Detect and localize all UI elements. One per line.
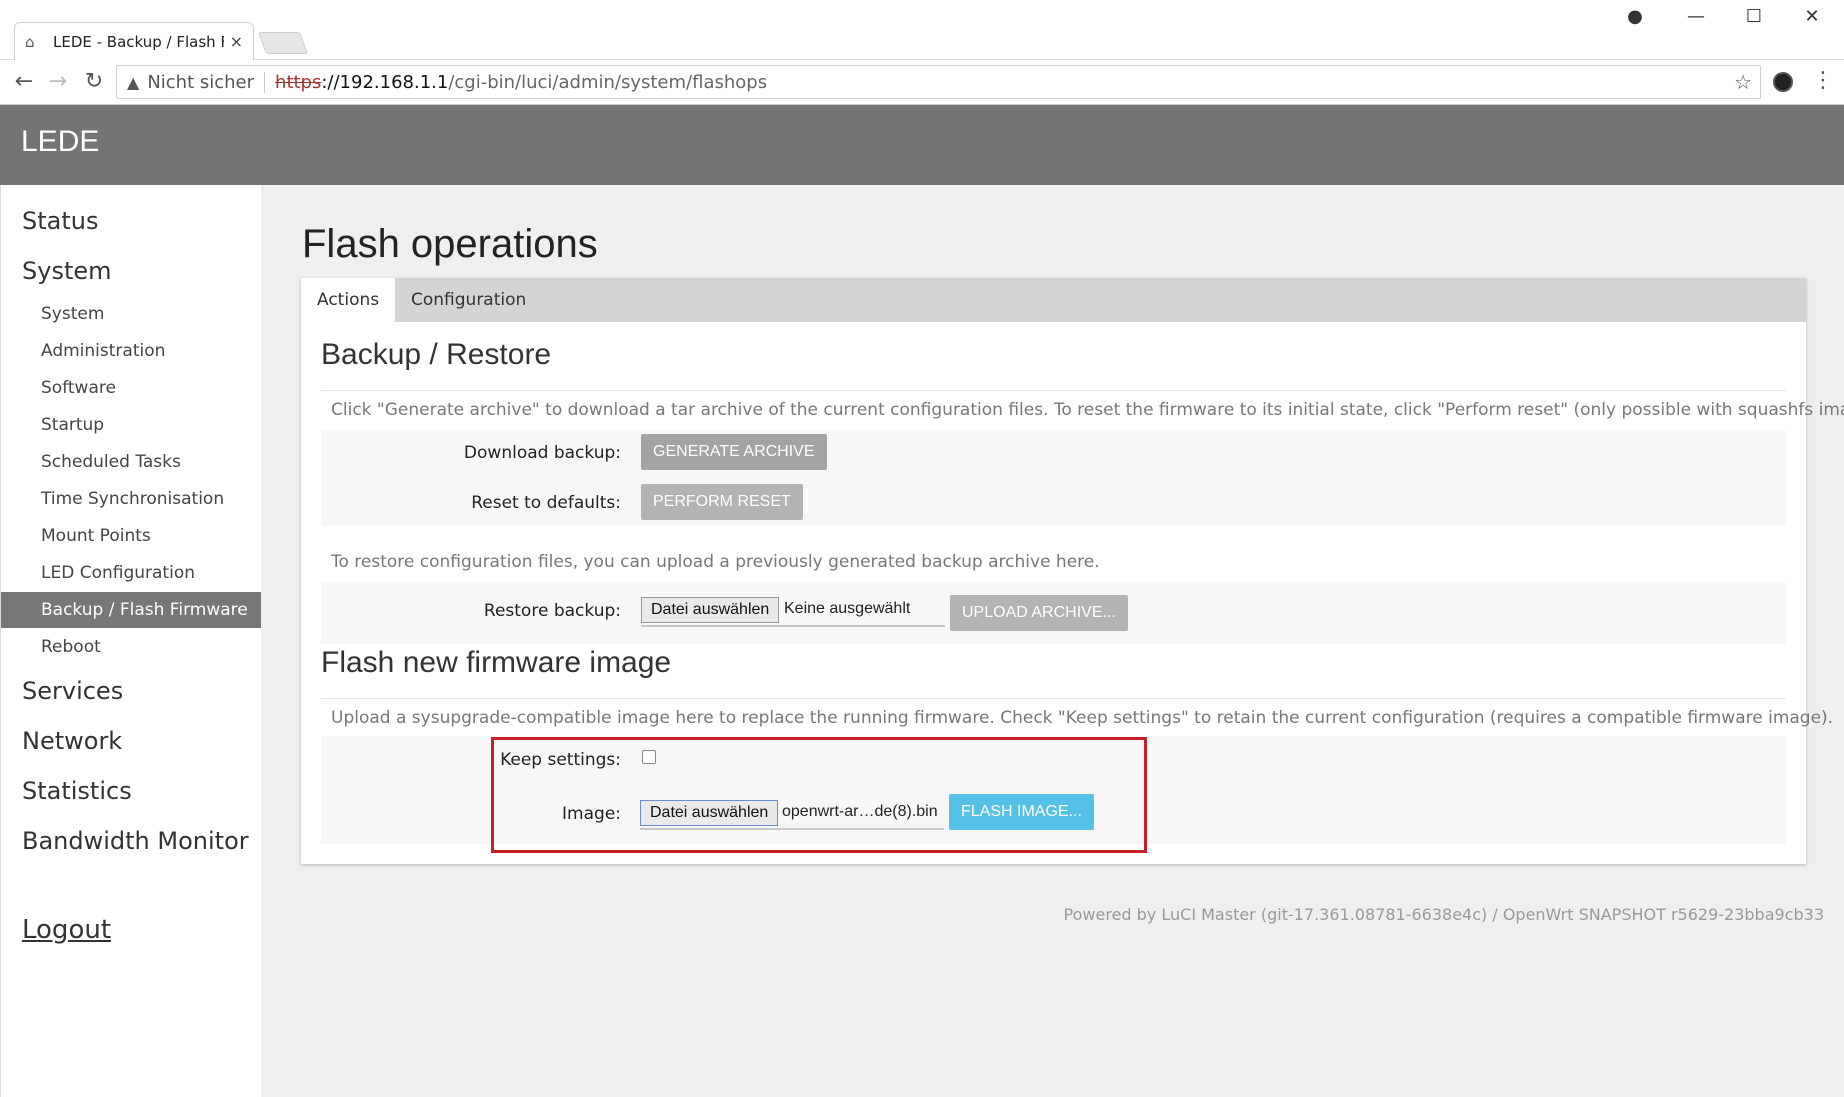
bookmark-star-icon[interactable]: ☆ [1734, 70, 1752, 94]
subnav-backup-flash[interactable]: Backup / Flash Firmware [1, 592, 262, 628]
back-arrow-icon[interactable]: ← [11, 70, 37, 94]
generate-archive-button[interactable]: GENERATE ARCHIVE [641, 434, 827, 470]
url-scheme: https [275, 71, 322, 93]
browser-toolbar: ← → ↻ ▲ Nicht sicher https://192.168.1.1… [0, 60, 1844, 105]
download-backup-label: Download backup: [463, 443, 621, 463]
subnav-reboot[interactable]: Reboot [1, 629, 262, 665]
minimize-icon[interactable]: — [1676, 6, 1716, 27]
subnav-software[interactable]: Software [1, 370, 262, 406]
profile-icon[interactable]: ● [1615, 6, 1655, 27]
nav-network[interactable]: Network [22, 727, 122, 755]
divider [321, 698, 1786, 699]
restore-file-choose-button[interactable]: Datei auswählen [641, 597, 780, 623]
subnav-system[interactable]: System [1, 296, 262, 332]
file-field-underline [641, 625, 945, 627]
maximize-icon[interactable]: ☐ [1734, 6, 1774, 27]
subnav-led-config[interactable]: LED Configuration [1, 555, 262, 591]
subnav-mount-points[interactable]: Mount Points [1, 518, 262, 554]
nav-system[interactable]: System [22, 257, 112, 285]
restore-description: To restore configuration files, you can … [331, 552, 1100, 572]
footer-text: Powered by LuCI Master (git-17.361.08781… [1063, 905, 1824, 924]
restore-file-name: Keine ausgewählt [784, 600, 911, 617]
router-favicon-icon: ⌂ [25, 32, 35, 51]
browser-titlebar: ⌂ LEDE - Backup / Flash Fir × ● — ☐ ✕ [0, 0, 1844, 60]
flash-section-title: Flash new firmware image [321, 646, 672, 679]
close-window-icon[interactable]: ✕ [1792, 6, 1832, 27]
highlight-box [491, 737, 1147, 853]
browser-tab[interactable]: ⌂ LEDE - Backup / Flash Fir × [14, 22, 254, 60]
nav-statistics[interactable]: Statistics [22, 777, 132, 805]
reset-defaults-label: Reset to defaults: [471, 493, 621, 513]
flash-description: Upload a sysupgrade-compatible image her… [331, 708, 1834, 728]
warning-triangle-icon: ▲ [127, 72, 140, 92]
new-tab-button[interactable] [257, 32, 309, 54]
forward-arrow-icon[interactable]: → [45, 70, 71, 94]
divider [321, 390, 1786, 391]
address-bar[interactable]: ▲ Nicht sicher https://192.168.1.1/cgi-b… [116, 65, 1761, 99]
url-host: ://192.168.1.1 [321, 71, 449, 93]
tab-title: LEDE - Backup / Flash Fir [53, 32, 224, 51]
page-title: Flash operations [302, 222, 598, 266]
nav-services[interactable]: Services [22, 677, 123, 705]
reload-icon[interactable]: ↻ [81, 70, 107, 94]
upload-archive-button[interactable]: UPLOAD ARCHIVE... [950, 595, 1128, 631]
extension-icon[interactable] [1773, 72, 1793, 92]
security-label[interactable]: Nicht sicher [147, 71, 266, 93]
browser-menu-icon[interactable]: ⋮ [1812, 68, 1834, 93]
logout-link[interactable]: Logout [22, 915, 111, 945]
backup-description: Click "Generate archive" to download a t… [331, 400, 1844, 420]
perform-reset-button[interactable]: PERFORM RESET [641, 484, 803, 520]
tab-close-icon[interactable]: × [230, 32, 243, 51]
subnav-startup[interactable]: Startup [1, 407, 262, 443]
tab-bar: Actions Configuration [301, 278, 1806, 322]
subnav-scheduled-tasks[interactable]: Scheduled Tasks [1, 444, 262, 480]
subnav-time-sync[interactable]: Time Synchronisation [1, 481, 262, 517]
app-header: LEDE [0, 105, 1844, 185]
backup-form: Download backup: GENERATE ARCHIVE Reset … [321, 430, 1786, 526]
tab-configuration[interactable]: Configuration [395, 278, 542, 322]
restore-form: Restore backup: Datei auswählen Keine au… [321, 582, 1786, 644]
nav-bandwidth-monitor[interactable]: Bandwidth Monitor [22, 827, 249, 855]
backup-section-title: Backup / Restore [321, 338, 552, 371]
nav-status[interactable]: Status [22, 207, 98, 235]
brand-logo[interactable]: LEDE [21, 125, 99, 159]
restore-backup-label: Restore backup: [483, 601, 621, 621]
tab-actions[interactable]: Actions [301, 278, 396, 322]
sidebar: Status System System Administration Soft… [0, 185, 262, 1097]
subnav-administration[interactable]: Administration [1, 333, 262, 369]
url-path: /cgi-bin/luci/admin/system/flashops [448, 71, 768, 93]
